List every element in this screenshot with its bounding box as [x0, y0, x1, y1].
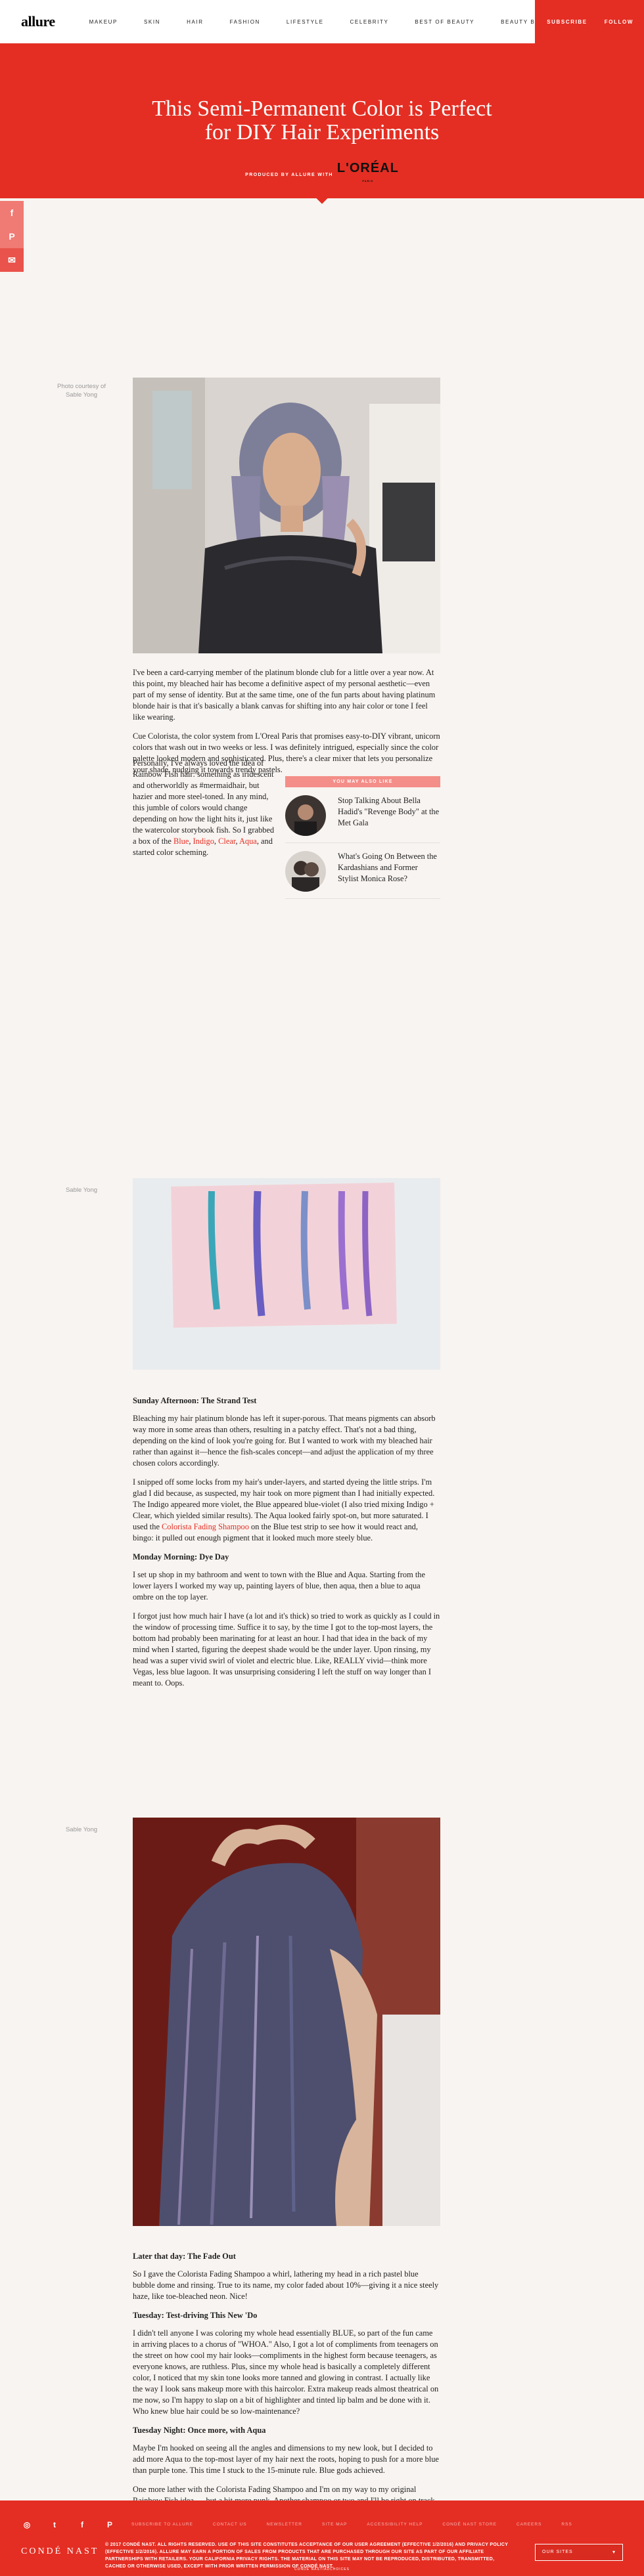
- twitter-icon[interactable]: t: [49, 2520, 60, 2529]
- nav-item-fashion[interactable]: FASHION: [230, 19, 260, 25]
- section-heading: Later that day: The Fade Out: [133, 2252, 236, 2261]
- our-sites-label: OUR SITES: [542, 2550, 573, 2554]
- link-indigo[interactable]: Indigo: [193, 837, 214, 846]
- footer-link[interactable]: RSS: [561, 2522, 572, 2527]
- facebook-icon[interactable]: f: [76, 2520, 88, 2529]
- article-body-4: Later that day: The Fade Out So I gave t…: [133, 2248, 440, 2537]
- portrait-image: [133, 378, 440, 653]
- also-like-widget: YOU MAY ALSO LIKE Stop Talking About Bel…: [285, 776, 440, 899]
- also-like-title[interactable]: What's Going On Between the Kardashians …: [338, 851, 440, 892]
- article-paragraph: I snipped off some locks from my hair's …: [133, 1477, 440, 1544]
- link-aqua[interactable]: Aqua: [239, 837, 257, 846]
- link-blue[interactable]: Blue: [173, 837, 189, 846]
- email-icon[interactable]: ✉: [0, 248, 24, 272]
- para-text: Personally, I've always loved the idea o…: [133, 758, 275, 846]
- article-photo-portrait: [133, 378, 440, 653]
- loreal-wordmark: L'ORÉAL: [336, 161, 399, 175]
- wet-hair-image: [133, 1818, 440, 2226]
- section-heading: Sunday Afternoon: The Strand Test: [133, 1396, 257, 1405]
- article-paragraph: I set up shop in my bathroom and went to…: [133, 1570, 425, 1602]
- section-heading: Tuesday Night: Once more, with Aqua: [133, 2426, 266, 2435]
- nav-item-skin[interactable]: SKIN: [144, 19, 160, 25]
- facebook-icon[interactable]: f: [0, 201, 24, 225]
- page-title: This Semi-Permanent Color is Perfect for…: [152, 97, 492, 144]
- hero-banner: This Semi-Permanent Color is Perfect for…: [0, 43, 644, 204]
- strand-test-image: [133, 1178, 440, 1370]
- pinterest-icon[interactable]: P: [104, 2520, 116, 2529]
- footer-links: SUBSCRIBE TO ALLURE CONTACT US NEWSLETTE…: [131, 2522, 592, 2527]
- produced-by-label: PRODUCED BY ALLURE WITH: [245, 172, 333, 177]
- footer-link[interactable]: CAREERS: [517, 2522, 541, 2527]
- nav-item-celebrity[interactable]: CELEBRITY: [350, 19, 389, 25]
- also-like-item[interactable]: What's Going On Between the Kardashians …: [285, 843, 440, 899]
- instagram-icon[interactable]: ◎: [21, 2520, 33, 2529]
- social-share-bar: f P ✉: [0, 201, 24, 272]
- article-paragraph: Personally, I've always loved the idea o…: [133, 758, 275, 857]
- top-nav: allure MAKEUP SKIN HAIR FASHION LIFESTYL…: [0, 0, 644, 43]
- pinterest-icon[interactable]: P: [0, 225, 24, 248]
- loreal-sub: PARIS: [362, 179, 374, 183]
- link-clear[interactable]: Clear: [218, 837, 235, 846]
- hero-notch: [316, 192, 328, 204]
- photo-credit: Sable Yong: [65, 1826, 98, 1833]
- nav-item-makeup[interactable]: MAKEUP: [89, 19, 118, 25]
- article-photo-wet-hair: [133, 1818, 440, 2226]
- nav-item-hair[interactable]: HAIR: [187, 19, 204, 25]
- footer-link[interactable]: SUBSCRIBE TO ALLURE: [131, 2522, 193, 2527]
- follow-button[interactable]: FOLLOW: [599, 0, 644, 43]
- footer-link[interactable]: ACCESSIBILITY HELP: [367, 2522, 423, 2527]
- footer-link[interactable]: CONDÉ NAST STORE: [442, 2522, 497, 2527]
- site-footer: ◎ t f P SUBSCRIBE TO ALLURE CONTACT US N…: [0, 2500, 644, 2576]
- also-like-thumbnail[interactable]: [285, 851, 326, 892]
- photo-credit: Sable Yong: [65, 1187, 98, 1194]
- section-heading: Monday Morning: Dye Day: [133, 1552, 229, 1561]
- our-sites-select[interactable]: OUR SITES ▾: [535, 2544, 623, 2561]
- article-paragraph: Bleaching my hair platinum blonde has le…: [133, 1414, 436, 1468]
- also-like-thumbnail[interactable]: [285, 795, 326, 836]
- chevron-down-icon: ▾: [612, 2549, 616, 2555]
- also-like-title[interactable]: Stop Talking About Bella Hadid's "Reveng…: [338, 795, 440, 836]
- ad-choices-link[interactable]: CONDÉ NAST/ADCHOICES: [0, 2567, 644, 2571]
- footer-link[interactable]: SITE MAP: [322, 2522, 347, 2527]
- subscribe-button[interactable]: SUBSCRIBE: [535, 0, 599, 43]
- also-like-header: YOU MAY ALSO LIKE: [285, 776, 440, 787]
- allure-logo[interactable]: allure: [21, 13, 55, 30]
- also-like-item[interactable]: Stop Talking About Bella Hadid's "Reveng…: [285, 787, 440, 843]
- link-fading-shampoo[interactable]: Colorista Fading Shampoo: [162, 1522, 249, 1531]
- article-paragraph: I forgot just how much hair I have (a lo…: [133, 1611, 440, 1688]
- footer-link[interactable]: CONTACT US: [213, 2522, 247, 2527]
- article-paragraph: I didn't tell anyone I was coloring my w…: [133, 2328, 439, 2416]
- conde-nast-logo[interactable]: CONDÉ NAST: [21, 2546, 99, 2557]
- article-paragraph: I've been a card-carrying member of the …: [133, 668, 436, 722]
- sponsor-line: PRODUCED BY ALLURE WITH L'ORÉAL PARIS: [0, 162, 644, 188]
- footer-social: ◎ t f P: [21, 2520, 131, 2529]
- nav-right: SUBSCRIBE FOLLOW: [535, 0, 644, 43]
- photo-credit: Photo courtesy of Sable Yong: [57, 383, 106, 399]
- article-paragraph: Maybe I'm hooked on seeing all the angle…: [133, 2443, 439, 2475]
- article-body-2: Personally, I've always loved the idea o…: [133, 758, 277, 866]
- loreal-logo[interactable]: L'ORÉAL PARIS: [337, 162, 399, 188]
- article-paragraph: So I gave the Colorista Fading Shampoo a…: [133, 2269, 439, 2301]
- section-heading: Tuesday: Test-driving This New 'Do: [133, 2311, 258, 2320]
- legal-text: © 2017 CONDÉ NAST. ALL RIGHTS RESERVED. …: [105, 2543, 509, 2569]
- footer-link[interactable]: NEWSLETTER: [267, 2522, 302, 2527]
- article-photo-strand-test: [133, 1178, 440, 1370]
- article-body-3: Sunday Afternoon: The Strand Test Bleach…: [133, 1393, 440, 1697]
- nav-item-lifestyle[interactable]: LIFESTYLE: [287, 19, 324, 25]
- nav-item-best-of-beauty[interactable]: BEST OF BEAUTY: [415, 19, 474, 25]
